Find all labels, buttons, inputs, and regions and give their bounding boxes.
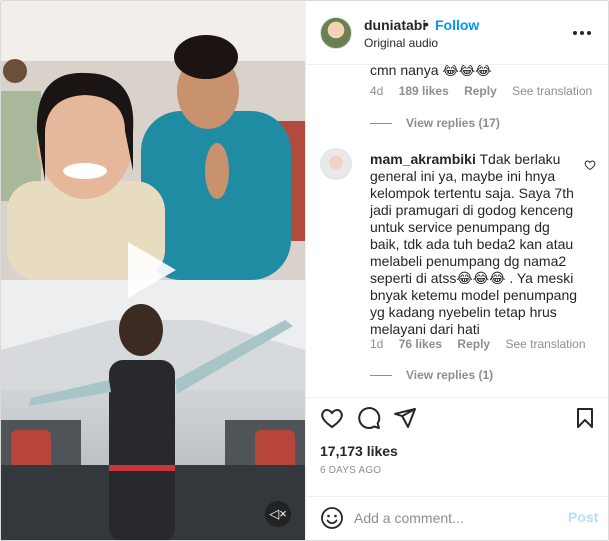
comment-input[interactable] <box>354 507 554 529</box>
comment-like-heart-icon[interactable] <box>584 159 596 171</box>
view-replies-button[interactable]: View replies (17) <box>370 116 500 130</box>
cabin-crew-scene <box>1 1 305 280</box>
more-horizontal-icon[interactable] <box>572 23 592 43</box>
play-icon[interactable] <box>128 242 176 298</box>
post-sidebar: duniatabi • Follow Original audio cmn na… <box>305 1 608 540</box>
comment-text: cmn nanya 😂😂😂 <box>370 65 492 78</box>
like-heart-icon[interactable] <box>320 406 344 430</box>
comment-age: 4d <box>370 84 384 98</box>
post-video[interactable]: ◁× <box>1 1 305 540</box>
post-header: duniatabi • Follow Original audio <box>306 1 608 65</box>
post-actions: 17,173 likes 6 DAYS AGO <box>306 397 608 487</box>
post-date[interactable]: 6 DAYS AGO <box>320 465 381 476</box>
author-username[interactable]: duniatabi <box>364 17 426 33</box>
replies-divider <box>370 375 392 377</box>
reply-button[interactable]: Reply <box>457 337 490 351</box>
save-bookmark-icon[interactable] <box>573 406 597 430</box>
view-replies-label: View replies (17) <box>406 116 500 130</box>
replies-divider <box>370 123 392 125</box>
add-comment-bar: Post <box>306 496 608 540</box>
comment-bubble-icon[interactable] <box>357 406 381 430</box>
aircraft-aisle-scene <box>1 280 305 540</box>
view-replies-label: View replies (1) <box>406 368 494 382</box>
comment-age: 1d <box>370 337 384 351</box>
comment-meta: 4d 189 likes Reply See translation <box>370 84 604 98</box>
view-replies-button[interactable]: View replies (1) <box>370 368 493 382</box>
share-paper-plane-icon[interactable] <box>393 406 417 430</box>
see-translation-button[interactable]: See translation <box>505 337 585 351</box>
see-translation-button[interactable]: See translation <box>512 84 592 98</box>
comment-likes[interactable]: 189 likes <box>399 84 449 98</box>
likes-count[interactable]: 17,173 likes <box>320 443 398 459</box>
commenter-avatar[interactable] <box>320 148 352 180</box>
header-separator: • <box>424 16 429 32</box>
comment-meta: 1d 76 likes Reply See translation <box>370 337 598 351</box>
follow-button[interactable]: Follow <box>435 17 479 33</box>
reply-button[interactable]: Reply <box>464 84 497 98</box>
comment-likes[interactable]: 76 likes <box>399 337 442 351</box>
video-bottom-frame <box>1 280 305 540</box>
commenter-username[interactable]: mam_akrambiki <box>370 151 476 167</box>
post-button[interactable]: Post <box>568 509 598 525</box>
comments-list[interactable]: cmn nanya 😂😂😂 4d 189 likes Reply See tra… <box>306 65 608 397</box>
emoji-smiley-icon[interactable] <box>320 506 344 530</box>
video-top-frame <box>1 1 305 280</box>
post-dialog: ◁× duniatabi • Follow Original audio cmn… <box>0 0 609 541</box>
author-avatar[interactable] <box>320 17 352 49</box>
audio-label[interactable]: Original audio <box>364 36 438 50</box>
audio-muted-icon[interactable]: ◁× <box>265 501 291 527</box>
comment-body: mam_akrambiki Tdak berlaku general ini y… <box>370 151 580 338</box>
comment-text: Tdak berlaku general ini ya, maybe ini h… <box>370 151 578 337</box>
